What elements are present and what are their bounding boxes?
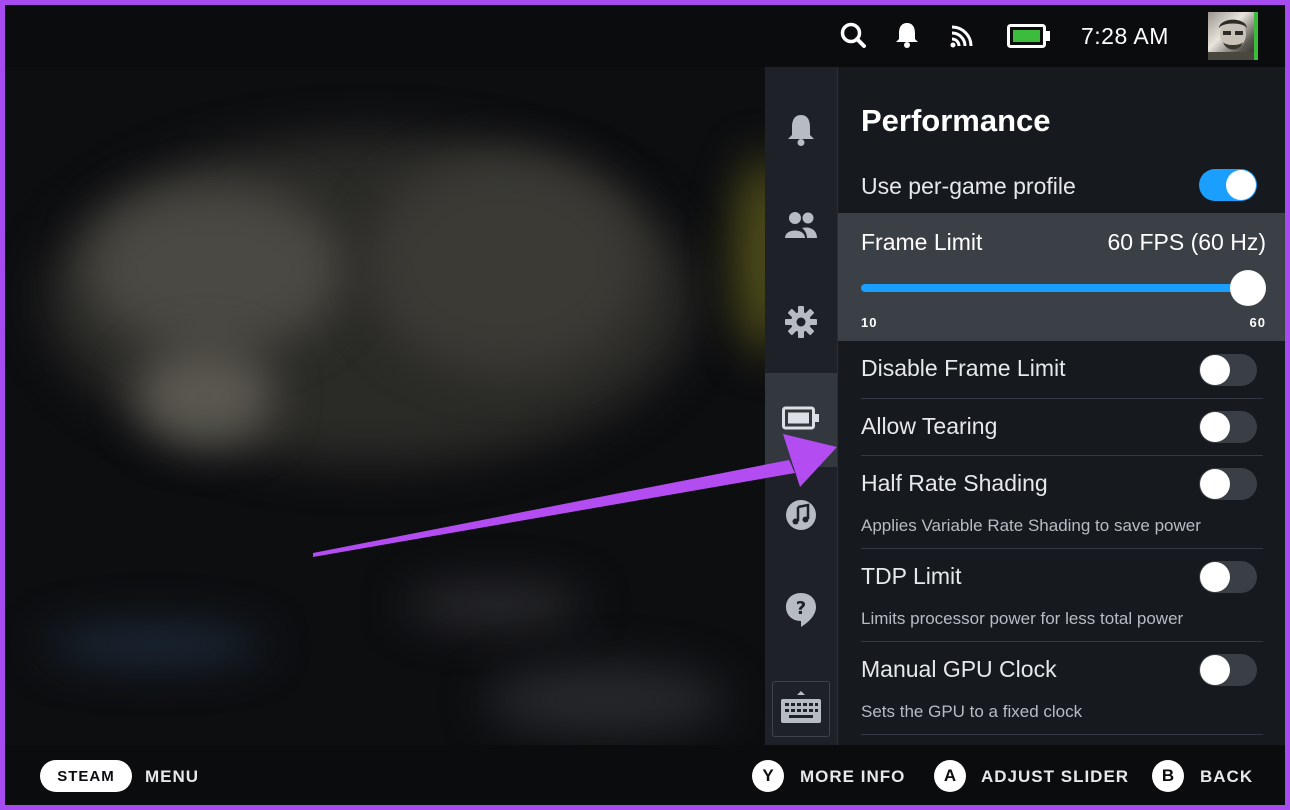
rail-settings[interactable] [765,277,837,371]
manual-gpu-clock-row[interactable]: Manual GPU Clock Sets the GPU to a fixed… [861,642,1263,735]
keyboard-icon [780,690,822,729]
disable-frame-limit-toggle[interactable] [1199,354,1257,386]
disable-frame-limit-row[interactable]: Disable Frame Limit [861,341,1263,399]
battery-icon[interactable] [1007,24,1051,53]
toggle-knob [1200,355,1230,385]
frame-limit-section[interactable]: Frame Limit 60 FPS (60 Hz) 10 60 [838,213,1285,341]
rail-notifications[interactable] [765,85,837,179]
notification-bell-icon[interactable] [894,21,920,54]
music-icon [785,499,817,536]
avatar[interactable] [1208,12,1258,60]
slider-max-label: 60 [1249,315,1266,330]
cast-icon[interactable] [949,21,977,54]
manual-gpu-clock-toggle[interactable] [1199,654,1257,686]
allow-tearing-toggle[interactable] [1199,411,1257,443]
steam-button[interactable]: STEAM [40,760,132,792]
b-button[interactable]: B [1152,760,1184,792]
menu-label: MENU [145,767,200,786]
per-game-profile-row[interactable]: Use per-game profile [861,157,1263,213]
a-button[interactable]: A [934,760,966,792]
allow-tearing-label: Allow Tearing [861,413,998,439]
status-bar: 7:28 AM [5,5,1285,67]
performance-panel: Performance Use per-game profile Frame L… [837,67,1285,747]
manual-gpu-clock-desc: Sets the GPU to a fixed clock [861,702,1083,721]
clock: 7:28 AM [1081,23,1169,49]
keyboard-button[interactable] [772,681,830,737]
toggle-knob [1200,469,1230,499]
frame-limit-value: 60 FPS (60 Hz) [1107,229,1267,255]
toggle-knob [1226,170,1256,200]
performance-battery-icon [782,406,820,435]
per-game-profile-toggle[interactable] [1199,169,1257,201]
friends-icon [784,210,818,245]
rail-performance[interactable] [765,373,837,467]
half-rate-shading-label: Half Rate Shading [861,470,1048,496]
tdp-limit-toggle[interactable] [1199,561,1257,593]
svg-text:?: ? [796,598,806,619]
manual-gpu-clock-label: Manual GPU Clock [861,656,1057,682]
slider-min-label: 10 [861,315,878,330]
disable-frame-limit-label: Disable Frame Limit [861,355,1066,381]
frame-limit-slider-track[interactable] [861,284,1251,292]
rail-music[interactable] [765,470,837,564]
toggle-knob [1200,412,1230,442]
notifications-icon [786,113,816,152]
y-button[interactable]: Y [752,760,784,792]
bottom-hint-bar: STEAM MENU Y MORE INFO A ADJUST SLIDER B… [5,745,1285,805]
toggle-knob [1200,655,1230,685]
toggle-knob [1200,562,1230,592]
game-background [5,5,765,745]
frame-limit-label: Frame Limit [861,229,983,255]
per-game-profile-label: Use per-game profile [861,173,1076,199]
adjust-slider-label: ADJUST SLIDER [981,767,1130,786]
steam-deck-screen: 7:28 AM ? Performance Use per-game profi… [5,5,1285,805]
help-icon: ? [785,592,817,633]
tdp-limit-desc: Limits processor power for less total po… [861,609,1184,628]
tdp-limit-row[interactable]: TDP Limit Limits processor power for les… [861,549,1263,642]
back-label: BACK [1200,767,1254,786]
allow-tearing-row[interactable]: Allow Tearing [861,399,1263,456]
half-rate-shading-desc: Applies Variable Rate Shading to save po… [861,516,1201,535]
tdp-limit-label: TDP Limit [861,563,962,589]
half-rate-shading-row[interactable]: Half Rate Shading Applies Variable Rate … [861,456,1263,549]
quick-access-rail: ? [765,67,837,747]
frame-limit-slider-knob[interactable] [1230,270,1266,306]
more-info-label: MORE INFO [800,767,906,786]
half-rate-shading-toggle[interactable] [1199,468,1257,500]
rail-help[interactable]: ? [765,565,837,659]
search-icon[interactable] [839,21,867,54]
panel-title: Performance [861,103,1051,138]
settings-icon [784,305,818,344]
rail-friends[interactable] [765,180,837,274]
